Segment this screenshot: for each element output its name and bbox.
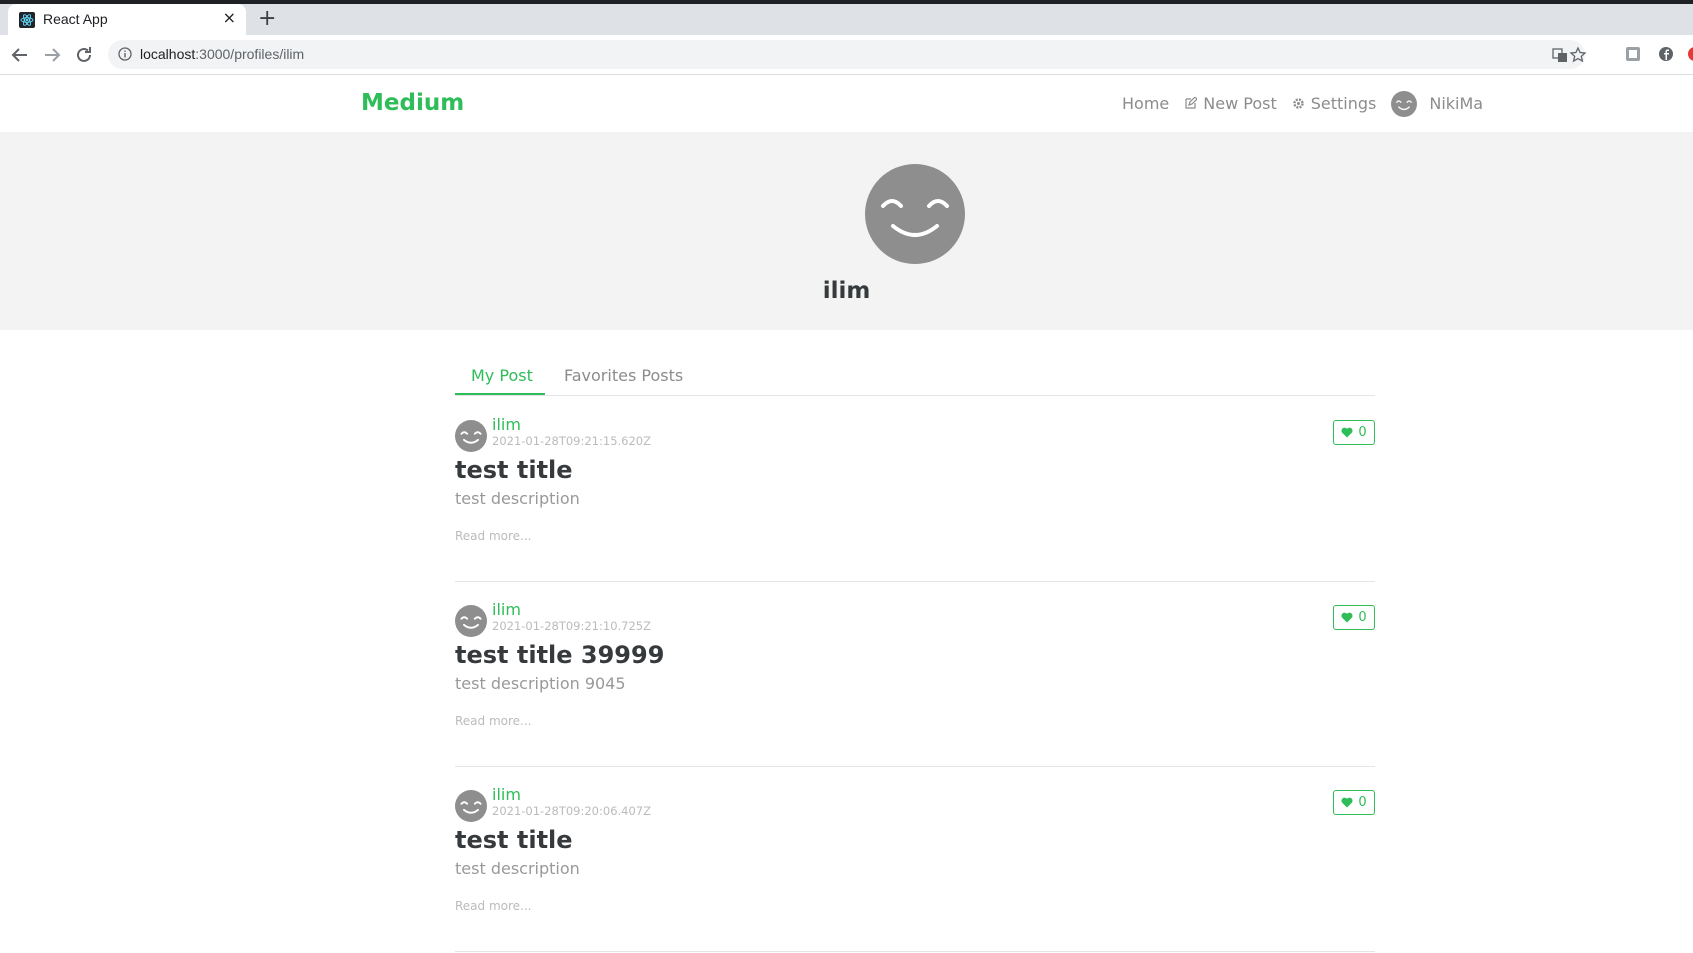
article-preview: ilim 2021-01-28T09:21:10.725Z 0 test tit… — [455, 581, 1375, 767]
nav-profile-label: NikiMa — [1429, 94, 1484, 113]
adblock-icon[interactable] — [1686, 45, 1693, 63]
url-text[interactable]: localhost:3000/profiles/ilim — [140, 46, 304, 62]
heart-icon — [1341, 612, 1353, 623]
back-icon[interactable] — [8, 43, 32, 67]
article-title[interactable]: test title 39999 — [455, 641, 664, 669]
nav-settings-label: Settings — [1310, 94, 1377, 113]
author-avatar[interactable] — [455, 420, 487, 452]
article-description: test description — [455, 859, 580, 878]
heart-icon — [1341, 427, 1353, 438]
author-avatar[interactable] — [455, 605, 487, 637]
tab-title: React App — [43, 11, 108, 27]
avatar — [1391, 90, 1418, 117]
brand-logo[interactable]: Medium — [361, 90, 464, 116]
profile-avatar — [865, 164, 965, 264]
profile-username: ilim — [822, 278, 871, 304]
tab-strip: React App × + — [0, 4, 1693, 35]
author-name[interactable]: ilim — [492, 415, 521, 434]
active-tab-indicator — [455, 393, 545, 395]
read-more-link[interactable]: Read more... — [455, 899, 532, 913]
favorite-button[interactable]: 0 — [1333, 790, 1375, 815]
article-description: test description — [455, 489, 580, 508]
tab-close-icon[interactable]: × — [223, 9, 236, 27]
new-tab-button[interactable]: + — [258, 8, 276, 30]
nav-new-post-label: New Post — [1203, 94, 1277, 113]
nav-links: Home New Post Settings NikiMa — [1122, 75, 1498, 132]
author-name[interactable]: ilim — [492, 785, 521, 804]
nav-new-post[interactable]: New Post — [1184, 94, 1277, 113]
article-preview: ilim 2021-01-28T09:20:06.407Z 0 test tit… — [455, 766, 1375, 952]
article-title[interactable]: test title — [455, 456, 573, 484]
nav-home[interactable]: Home — [1122, 94, 1169, 113]
profile-tabs: My Post Favorites Posts — [455, 358, 1375, 396]
extension-icon[interactable] — [1624, 45, 1642, 63]
article-date: 2021-01-28T09:20:06.407Z — [492, 804, 651, 818]
edit-icon — [1185, 97, 1198, 109]
facebook-icon[interactable] — [1657, 45, 1675, 63]
favorite-button[interactable]: 0 — [1333, 605, 1375, 630]
tab-my-post[interactable]: My Post — [471, 366, 533, 385]
browser-tab[interactable]: React App × — [8, 4, 246, 35]
favorite-count: 0 — [1358, 425, 1367, 440]
translate-icon[interactable] — [1551, 46, 1569, 64]
nav-profile[interactable]: NikiMa — [1391, 90, 1484, 117]
article-title[interactable]: test title — [455, 826, 573, 854]
info-icon[interactable] — [118, 47, 132, 61]
profile-banner: ilim — [0, 132, 1693, 330]
browser-toolbar: localhost:3000/profiles/ilim — [0, 35, 1693, 75]
favorite-button[interactable]: 0 — [1333, 420, 1375, 445]
reload-icon[interactable] — [72, 43, 96, 67]
url-host: localhost — [140, 46, 196, 62]
article-preview: ilim 2021-01-28T09:21:15.620Z 0 test tit… — [455, 396, 1375, 582]
nav-settings[interactable]: Settings — [1292, 94, 1377, 113]
app-navbar: Medium Home New Post Settings NikiMa — [0, 75, 1693, 132]
read-more-link[interactable]: Read more... — [455, 714, 532, 728]
article-date: 2021-01-28T09:21:15.620Z — [492, 434, 651, 448]
url-path: :3000/profiles/ilim — [195, 46, 305, 62]
favorite-count: 0 — [1358, 610, 1367, 625]
article-description: test description 9045 — [455, 674, 626, 693]
address-bar[interactable]: localhost:3000/profiles/ilim — [108, 40, 1587, 69]
forward-icon[interactable] — [40, 43, 64, 67]
react-icon — [19, 12, 35, 28]
heart-icon — [1341, 797, 1353, 808]
author-avatar[interactable] — [455, 790, 487, 822]
article-date: 2021-01-28T09:21:10.725Z — [492, 619, 651, 633]
tab-favorites-posts[interactable]: Favorites Posts — [564, 366, 683, 385]
bookmark-star-icon[interactable] — [1569, 46, 1587, 64]
favorite-count: 0 — [1358, 795, 1367, 810]
nav-home-label: Home — [1122, 94, 1170, 113]
author-name[interactable]: ilim — [492, 600, 521, 619]
gear-icon — [1293, 98, 1304, 109]
read-more-link[interactable]: Read more... — [455, 529, 532, 543]
